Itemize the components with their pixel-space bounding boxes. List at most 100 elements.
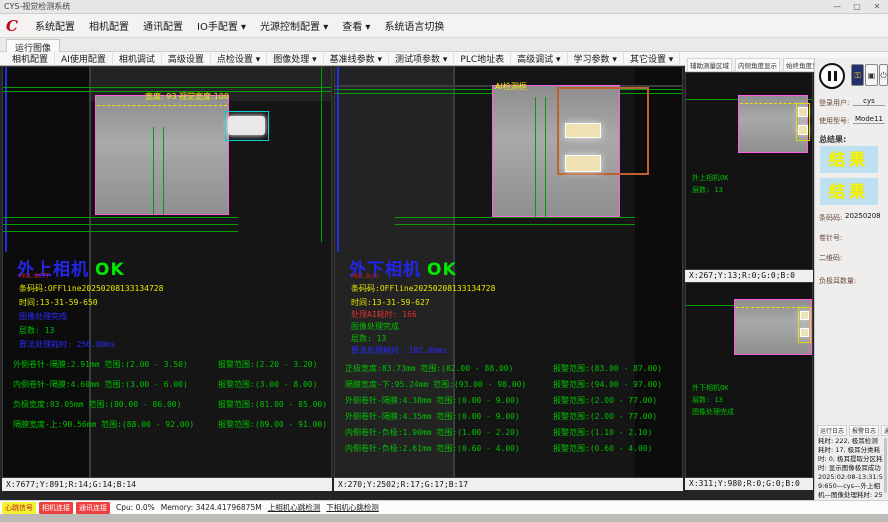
minimize-button[interactable]: — [828,0,846,13]
tab-strip: 运行图像 [0,38,888,52]
alarm-range: 报警范围:(3.00 - 8.00) [218,379,327,390]
toolbar-item-9[interactable]: 高级调试 ▾ [511,51,567,66]
log-tab-0[interactable]: 运行日志 [817,425,847,436]
total-result-label: 总结果: [819,134,846,145]
exit-button[interactable]: ⏻ [879,64,888,86]
toolbar-item-7[interactable]: 测试项参数 ▾ [389,51,454,66]
menu-item-4[interactable]: 光源控制配置 ▾ [253,15,335,36]
ai-box-label: AI检测框 [495,81,527,92]
toolbar-item-1[interactable]: AI使用配置 [55,51,113,66]
guide-line-green [545,97,546,217]
menu-item-6[interactable]: 系统语言切换 [377,15,451,36]
app-window: CYS-视觉检测系统 — ▢ ✕ C 系统配置相机配置通讯配置IO手配置 ▾光源… [0,0,888,522]
window-bottom-strip [0,514,888,522]
memory-readout: Memory: 3424.41796875M [161,503,262,512]
menu-items: 系统配置相机配置通讯配置IO手配置 ▾光源控制配置 ▾查看 ▾系统语言切换 [28,15,451,36]
status-badge-0: 心跳信号 [2,502,36,514]
toolbar-item-5[interactable]: 图像处理 ▾ [267,51,323,66]
connector-part [228,116,265,135]
preview-header-tabs: 辅助测量区域内侧角度显示始终角度显示 [685,58,813,72]
time-line: 时间:13-31-59-650 [19,297,98,308]
measurement-row: 内侧卷针-负极:2.61mm 范围:(0.60 - 4.00) [345,443,526,454]
toolbar-item-6[interactable]: 基准线参数 ▾ [324,51,389,66]
status-bar: 心跳信号相机连接通讯连接 Cpu: 0.0% Memory: 3424.4179… [0,500,888,514]
tab-highlight [800,311,809,320]
preview-overlay-line: 图像处理完成 [692,407,734,417]
app-logo-icon: C [6,18,22,34]
menu-item-0[interactable]: 系统配置 [28,15,82,36]
menu-item-1[interactable]: 相机配置 [82,15,136,36]
algo-time-line: 算法处理耗时: 182.00ms [351,345,447,356]
lock-button[interactable]: ⚿ [851,64,864,86]
close-button[interactable]: ✕ [868,0,886,13]
heartbeat-top-link[interactable]: 上相机心跳检测 [268,502,321,513]
coord-readout-left: X:7677;Y:891;R:14;G:14;B:14 [2,478,332,491]
camera-button[interactable]: ▣ [865,64,878,86]
cpu-readout: Cpu: 0.0% [116,503,155,512]
preview-header-tab-0[interactable]: 辅助测量区域 [687,58,732,72]
lock-icon: ⚿ [854,71,860,80]
layers-line: 层数: 13 [19,325,54,336]
preview-view-bottom[interactable]: 外下相机OK层数: 13图像处理完成 [685,282,813,478]
guide-line-green [535,97,536,217]
toolbar-item-4[interactable]: 点检设置 ▾ [211,51,267,66]
coord-readout-preview-top: X:267;Y:13;R:0;G:0;B:0 [685,270,813,282]
menu-item-3[interactable]: IO手配置 ▾ [190,15,253,36]
right-sidebar: ⚿ ▣ ⏻ 登录用户: cys 使用型号: Mode11 总结果: 结果 结果 … [814,58,888,500]
needle-number-label: 卷针号: [819,233,842,243]
pause-button[interactable] [819,63,845,89]
camera-view-bottom[interactable]: AI检测框 外下相机OK MGL.B:/0 条码码:OFFline2025020… [334,66,683,478]
measurement-row: 负极宽度:83.05mm 范围:(80.00 - 86.00) [13,399,194,410]
toolbar-item-3[interactable]: 高级设置 [162,51,211,66]
guide-line-green [163,127,164,215]
process-done-line: 图像处理完成 [19,311,67,322]
toolbar-item-8[interactable]: PLC地址表 [454,51,511,66]
title-bar: CYS-视觉检测系统 — ▢ ✕ [0,0,888,14]
result-display-top: 结果 [820,146,878,173]
guide-line-green [3,231,238,232]
alarm-range: 报警范围:(2.20 - 3.20) [218,359,327,370]
measurement-row: 外侧卷针-隔膜:2.91mm 范围:(2.00 - 3.50) [13,359,194,370]
menu-item-5[interactable]: 查看 ▾ [335,15,377,36]
preview-overlay-line: 外上相机OK [692,173,728,183]
toolbar-item-2[interactable]: 相机调试 [113,51,162,66]
battery-cell-region [95,95,229,215]
alarm-range: 报警范围:(83.00 - 87.00) [553,363,662,374]
heartbeat-bottom-link[interactable]: 下相机心跳检测 [326,502,379,513]
menu-item-2[interactable]: 通讯配置 [136,15,190,36]
algo-time-line: 算法处理耗时: 256.00ms [19,339,115,350]
status-badge-1: 相机连接 [39,502,73,514]
measurement-row: 正极宽度:83.73mm 范围:(82.00 - 88.00) [345,363,526,374]
camera-view-left-top[interactable]: 宽度: 93 视觉宽度:100 外上相机OK MGL.BCTT 条码码:OFFl… [2,66,332,478]
maximize-button[interactable]: ▢ [848,0,866,13]
barcode-line: 条码码:OFFline20250208133134728 [19,283,163,294]
log-tab-1[interactable]: 报警日志 [849,425,879,436]
tab-highlight [565,123,601,138]
guide-line-green [153,127,154,215]
cell-width-label: 宽度: 93 视觉宽度:100 [145,91,229,102]
guide-line-blue [337,67,339,252]
toolbar-item-11[interactable]: 其它设置 ▾ [624,51,680,66]
barcode-label: 条码码: [819,213,842,223]
camera-tiny-code: MGL.BCTT [19,273,50,280]
preview-header-tab-1[interactable]: 内侧角度显示 [735,58,780,72]
barcode-value: 20250208 [845,212,881,220]
guide-line-green [3,87,332,88]
preview-overlay-line: 外下相机OK [692,383,734,393]
log-scrollbar[interactable] [884,438,887,493]
toolbar-item-10[interactable]: 学习参数 ▾ [568,51,624,66]
guide-line-green [395,217,635,218]
measurement-row: 内侧卷针-负极:1.90mm 范围:(1.00 - 2.20) [345,427,526,438]
camera-icon: ▣ [868,71,876,80]
toolbar-item-0[interactable]: 相机配置 [6,51,55,66]
log-tab-2[interactable]: 通讯日志 [881,425,888,436]
preview-overlay-line: 层数: 13 [692,185,728,195]
alarm-range: 报警范围:(2.00 - 77.00) [553,411,662,422]
model-label: 使用型号: [819,116,849,126]
preview-view-top[interactable]: 外上相机OK 层数: 13 [685,72,813,270]
guide-line-green [3,224,238,225]
status-badge-2: 通讯连接 [76,502,110,514]
alarm-range-list: 报警范围:(2.20 - 3.20)报警范围:(3.00 - 8.00)报警范围… [218,359,327,430]
model-value: Mode11 [853,115,885,124]
measurement-row: 隔膜宽度-上:90.56mm 范围:(88.00 - 92.00) [13,419,194,430]
